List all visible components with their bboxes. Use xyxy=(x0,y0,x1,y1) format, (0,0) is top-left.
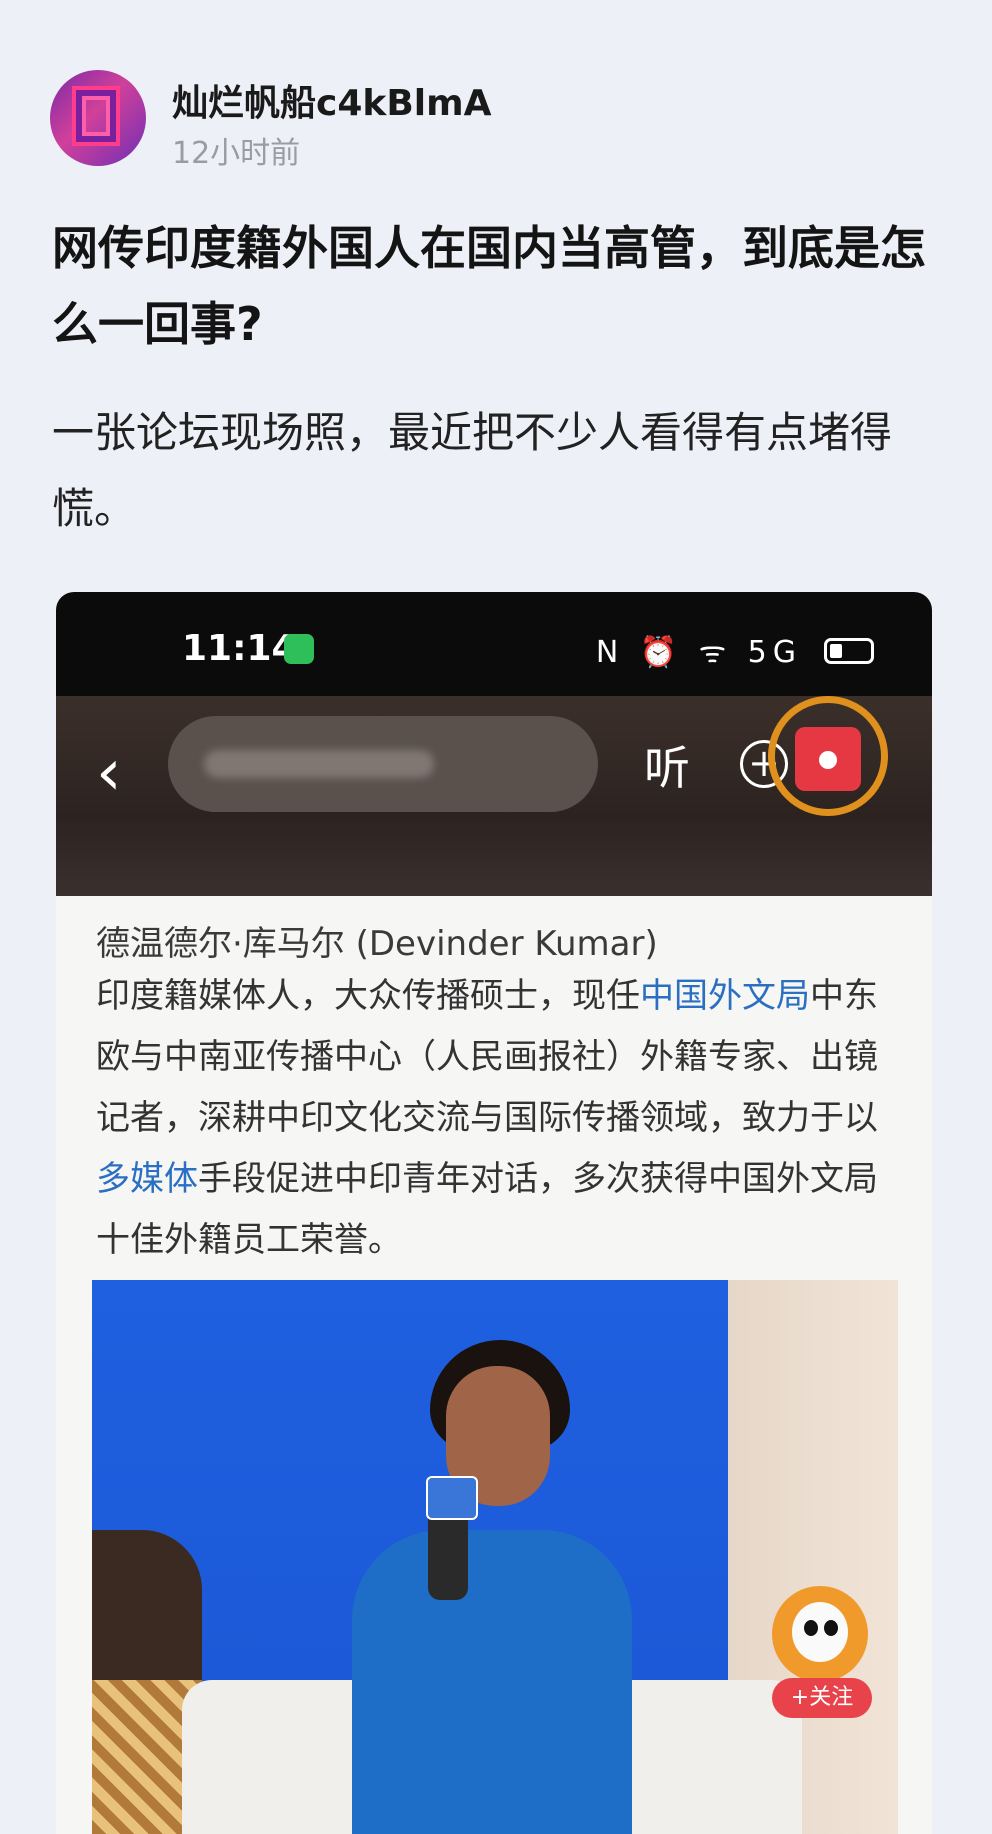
bio-part-1: 印度籍媒体人，大众传播硕士，现任 xyxy=(96,976,640,1016)
post-body: 一张论坛现场照，最近把不少人看得有点堵得慌。 xyxy=(52,408,893,533)
author-name[interactable]: 灿烂帆船c4kBlmA xyxy=(172,74,491,126)
panda-avatar xyxy=(772,1586,868,1682)
bio-heading: 德温德尔·库马尔 (Devinder Kumar) xyxy=(96,924,658,964)
bio-link-multimedia: 多媒体 xyxy=(96,1159,198,1199)
wechat-icon xyxy=(284,634,314,664)
author-avatar[interactable] xyxy=(50,70,146,166)
panda-eye-right xyxy=(824,1620,838,1636)
post-title[interactable]: 网传印度籍外国人在国内当高管，到底是怎么一回事? xyxy=(52,210,932,362)
app-nav-bar: ‹ 听 + xyxy=(56,696,932,896)
bio-text: 印度籍媒体人，大众传播硕士，现任中国外文局中东欧与中南亚传播中心（人民画报社）外… xyxy=(96,966,886,1271)
embedded-screenshot[interactable]: 11:14 N ⏰ ᯤ 5G ‹ 听 + 德温德尔·库马尔 (Devinder … xyxy=(56,592,932,1834)
photo-speaker-suit xyxy=(352,1530,632,1834)
status-time: 11:14 xyxy=(182,628,297,669)
bio-part-3: 手段促进中印青年对话，多次获得中国外文局十佳外籍员工荣誉。 xyxy=(96,1159,878,1260)
abstract-neon-corridor-icon xyxy=(72,86,120,146)
microphone-flag xyxy=(426,1476,478,1520)
bio-link-cipg: 中国外文局 xyxy=(640,976,810,1016)
article-content: 德温德尔·库马尔 (Devinder Kumar) 印度籍媒体人，大众传播硕士，… xyxy=(56,896,932,1834)
search-bar-blurred xyxy=(168,716,598,812)
panda-face xyxy=(792,1602,848,1662)
forum-photo: +关注 xyxy=(92,1280,898,1834)
battery-icon xyxy=(824,638,874,664)
follow-button: +关注 xyxy=(772,1678,872,1718)
status-icons: N ⏰ ᯤ 5G xyxy=(595,635,802,670)
panda-eye-left xyxy=(804,1620,818,1636)
red-envelope-body xyxy=(795,727,861,791)
phone-status-bar: 11:14 N ⏰ ᯤ 5G xyxy=(56,592,932,696)
author-row: 灿烂帆船c4kBlmA 12小时前 xyxy=(50,70,950,171)
chevron-left-icon: ‹ xyxy=(96,736,122,810)
red-envelope-icon xyxy=(768,696,888,816)
post-timestamp: 12小时前 xyxy=(172,136,301,171)
blurred-search-text xyxy=(204,750,434,778)
listen-label: 听 xyxy=(644,741,690,795)
